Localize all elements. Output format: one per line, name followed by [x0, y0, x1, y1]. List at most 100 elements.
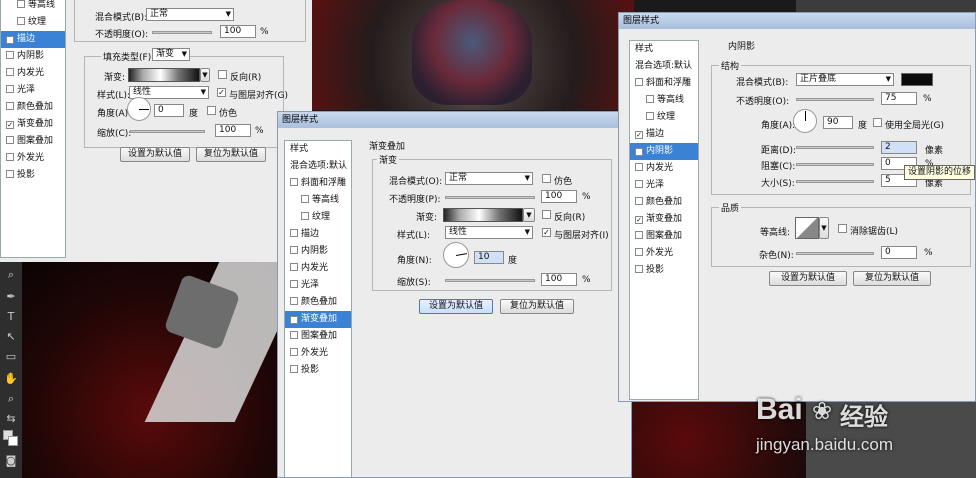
- mid-gradient-dropdown[interactable]: ▼: [523, 208, 535, 222]
- checkbox[interactable]: [635, 180, 643, 188]
- mid-scale-input[interactable]: 100: [541, 273, 577, 286]
- right-list-item[interactable]: 光泽: [630, 177, 698, 194]
- checkbox[interactable]: [6, 68, 14, 76]
- right-blend-select[interactable]: 正片叠底 ▼: [796, 73, 894, 86]
- checkbox[interactable]: [6, 136, 14, 144]
- checkbox[interactable]: ✓: [635, 216, 643, 224]
- checkbox[interactable]: [635, 231, 643, 239]
- mid-angle-input[interactable]: 10: [474, 251, 504, 264]
- mid-list-item[interactable]: 外发光: [285, 345, 351, 362]
- right-opacity-input[interactable]: 75: [881, 92, 917, 105]
- right-list-item[interactable]: 图案叠加: [630, 228, 698, 245]
- mid-list-item[interactable]: ✓ 渐变叠加: [285, 311, 351, 328]
- right-contour-dropdown[interactable]: ▼: [819, 217, 829, 239]
- checkbox[interactable]: [6, 102, 14, 110]
- checkbox[interactable]: [290, 246, 298, 254]
- right-list-item[interactable]: 等高线: [630, 92, 698, 109]
- mid-list-item[interactable]: 图案叠加: [285, 328, 351, 345]
- left-list-item[interactable]: 颜色叠加: [1, 99, 65, 116]
- right-reset-default-button[interactable]: 复位为默认值: [853, 271, 931, 286]
- checkbox[interactable]: ✓: [290, 316, 298, 324]
- mid-list-item[interactable]: 样式: [285, 141, 351, 158]
- left-scale-slider[interactable]: [130, 130, 205, 133]
- right-size-slider[interactable]: [796, 180, 874, 183]
- checkbox[interactable]: [290, 348, 298, 356]
- right-antialias-checkbox[interactable]: [838, 224, 847, 233]
- right-list-item[interactable]: 外发光: [630, 245, 698, 262]
- right-choke-slider[interactable]: [796, 163, 874, 166]
- zoom-tool-icon[interactable]: ⌕: [4, 268, 18, 282]
- right-list-item[interactable]: 混合选项:默认: [630, 58, 698, 75]
- left-angle-dial[interactable]: [127, 97, 151, 121]
- mid-blend-select[interactable]: 正常 ▼: [445, 172, 533, 185]
- right-list-item[interactable]: 投影: [630, 262, 698, 279]
- checkbox[interactable]: [301, 195, 309, 203]
- right-angle-input[interactable]: 90: [823, 116, 853, 129]
- left-set-default-button[interactable]: 设置为默认值: [120, 147, 190, 162]
- checkbox[interactable]: ✓: [635, 148, 643, 156]
- left-list-item[interactable]: 光泽: [1, 82, 65, 99]
- mid-list-item[interactable]: 颜色叠加: [285, 294, 351, 311]
- right-opacity-slider[interactable]: [796, 98, 874, 101]
- right-noise-slider[interactable]: [796, 252, 874, 255]
- left-blend-select[interactable]: 正常 ▼: [146, 8, 234, 21]
- mid-list-item[interactable]: 斜面和浮雕: [285, 175, 351, 192]
- mid-opacity-slider[interactable]: [445, 196, 535, 199]
- mid-list-item[interactable]: 光泽: [285, 277, 351, 294]
- shape-tool-icon[interactable]: ▭: [4, 350, 18, 364]
- right-list-item[interactable]: 斜面和浮雕: [630, 75, 698, 92]
- checkbox[interactable]: [290, 263, 298, 271]
- path-select-icon[interactable]: ↖: [4, 330, 18, 344]
- mid-angle-dial[interactable]: [443, 242, 469, 268]
- checkbox[interactable]: [635, 163, 643, 171]
- mid-list-item[interactable]: 投影: [285, 362, 351, 379]
- hand-tool-icon[interactable]: ✋: [4, 372, 18, 386]
- mid-scale-slider[interactable]: [445, 279, 535, 282]
- mid-list-item[interactable]: 内发光: [285, 260, 351, 277]
- mid-set-default-button[interactable]: 设置为默认值: [419, 299, 493, 314]
- quick-mask-icon[interactable]: ◙: [4, 454, 18, 468]
- checkbox[interactable]: [290, 229, 298, 237]
- right-distance-input[interactable]: 2: [881, 141, 917, 154]
- left-dither-checkbox[interactable]: [207, 106, 216, 115]
- left-reverse-checkbox[interactable]: [218, 70, 227, 79]
- left-angle-input[interactable]: 0: [154, 104, 184, 117]
- right-noise-input[interactable]: 0: [881, 246, 917, 259]
- left-list-item[interactable]: 外发光: [1, 150, 65, 167]
- checkbox[interactable]: [301, 212, 309, 220]
- background-color[interactable]: [8, 436, 18, 446]
- mid-list-item[interactable]: 混合选项:默认: [285, 158, 351, 175]
- checkbox[interactable]: [635, 248, 643, 256]
- left-list-item[interactable]: 纹理: [1, 14, 65, 31]
- mid-list-item[interactable]: 纹理: [285, 209, 351, 226]
- pen-tool-icon[interactable]: ✒: [4, 290, 18, 304]
- right-list-item[interactable]: 纹理: [630, 109, 698, 126]
- right-list-item[interactable]: ✓ 描边: [630, 126, 698, 143]
- left-fill-type-select[interactable]: 渐变 ▼: [152, 48, 190, 61]
- left-opacity-input[interactable]: 100: [220, 25, 256, 38]
- checkbox[interactable]: [6, 51, 14, 59]
- magnifier-icon[interactable]: ⌕: [4, 392, 18, 406]
- mid-list-item[interactable]: 描边: [285, 226, 351, 243]
- checkbox[interactable]: [17, 17, 25, 25]
- right-global-light-checkbox[interactable]: [873, 118, 882, 127]
- right-distance-slider[interactable]: [796, 146, 874, 149]
- mid-reverse-checkbox[interactable]: [542, 210, 551, 219]
- right-list-item[interactable]: 颜色叠加: [630, 194, 698, 211]
- left-opacity-slider[interactable]: [152, 31, 212, 34]
- right-list-item[interactable]: 样式: [630, 41, 698, 58]
- checkbox[interactable]: [635, 197, 643, 205]
- mid-list-item[interactable]: 内阴影: [285, 243, 351, 260]
- right-angle-dial[interactable]: [793, 109, 817, 133]
- checkbox[interactable]: [646, 95, 654, 103]
- checkbox[interactable]: [290, 331, 298, 339]
- left-list-item[interactable]: 内发光: [1, 65, 65, 82]
- right-list-item[interactable]: ✓ 内阴影: [630, 143, 698, 160]
- mid-align-checkbox[interactable]: ✓: [542, 228, 551, 237]
- checkbox[interactable]: ✓: [635, 131, 643, 139]
- mid-gradient-swatch[interactable]: [443, 208, 523, 222]
- left-reset-default-button[interactable]: 复位为默认值: [196, 147, 266, 162]
- left-align-checkbox[interactable]: ✓: [217, 88, 226, 97]
- checkbox[interactable]: [290, 297, 298, 305]
- checkbox[interactable]: [290, 365, 298, 373]
